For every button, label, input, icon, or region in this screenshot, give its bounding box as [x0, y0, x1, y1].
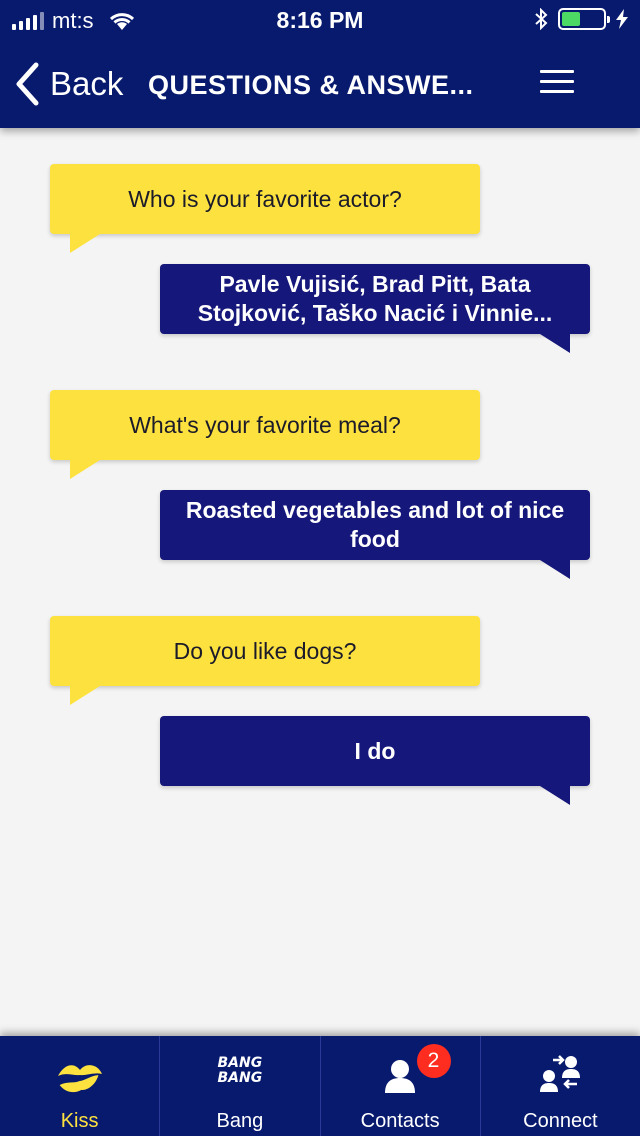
question-bubble: Who is your favorite actor?	[50, 164, 480, 253]
tab-label: Kiss	[60, 1110, 99, 1132]
status-right	[534, 8, 628, 30]
charging-icon	[616, 9, 628, 29]
answer-text: Roasted vegetables and lot of nice food	[185, 497, 565, 552]
bluetooth-icon	[535, 8, 548, 30]
bang-icon: BANG BANG	[217, 1055, 263, 1086]
qa-list: Who is your favorite actor? Pavle Vujisi…	[0, 128, 640, 1036]
question-bubble: What's your favorite meal?	[50, 390, 480, 479]
top-bar: mt:s 8:16 PM Back QUESTIONS & ANSWE...	[0, 0, 640, 128]
contacts-icon	[385, 1060, 416, 1093]
hamburger-menu-icon[interactable]	[540, 70, 574, 98]
back-button[interactable]: Back	[14, 62, 123, 106]
question-text: What's your favorite meal?	[129, 411, 401, 438]
battery-fill	[562, 12, 580, 26]
page-title: QUESTIONS & ANSWE...	[148, 70, 474, 100]
back-label: Back	[50, 65, 124, 102]
tab-bar: Kiss BANG BANG Bang 2 Contacts Connect	[0, 1036, 640, 1136]
status-bar: mt:s 8:16 PM	[0, 0, 640, 40]
question-text: Do you like dogs?	[173, 637, 357, 664]
kiss-icon	[57, 1065, 102, 1093]
question-text: Who is your favorite actor?	[128, 185, 402, 212]
answer-bubble: Pavle Vujisić, Brad Pitt, Bata Stojković…	[160, 264, 590, 353]
tab-label: Bang	[216, 1110, 264, 1132]
tab-kiss[interactable]: Kiss	[0, 1036, 161, 1136]
chevron-left-icon	[16, 62, 39, 106]
tab-bang[interactable]: BANG BANG Bang	[160, 1036, 321, 1136]
question-bubble: Do you like dogs?	[50, 616, 480, 705]
tab-label: Contacts	[360, 1110, 440, 1132]
nav-row: Back QUESTIONS & ANSWE...	[0, 40, 640, 128]
tab-contacts[interactable]: 2 Contacts	[321, 1036, 481, 1136]
answer-bubble: Roasted vegetables and lot of nice food	[160, 490, 590, 579]
battery-icon	[558, 8, 610, 30]
connect-icon	[540, 1055, 581, 1092]
answer-bubble: I do	[160, 716, 590, 805]
tab-connect[interactable]: Connect	[481, 1036, 640, 1136]
tab-label: Connect	[523, 1110, 598, 1132]
answer-text: Pavle Vujisić, Brad Pitt, Bata Stojković…	[197, 271, 553, 326]
answer-text: I do	[354, 737, 396, 764]
notification-badge: 2	[416, 1044, 451, 1078]
